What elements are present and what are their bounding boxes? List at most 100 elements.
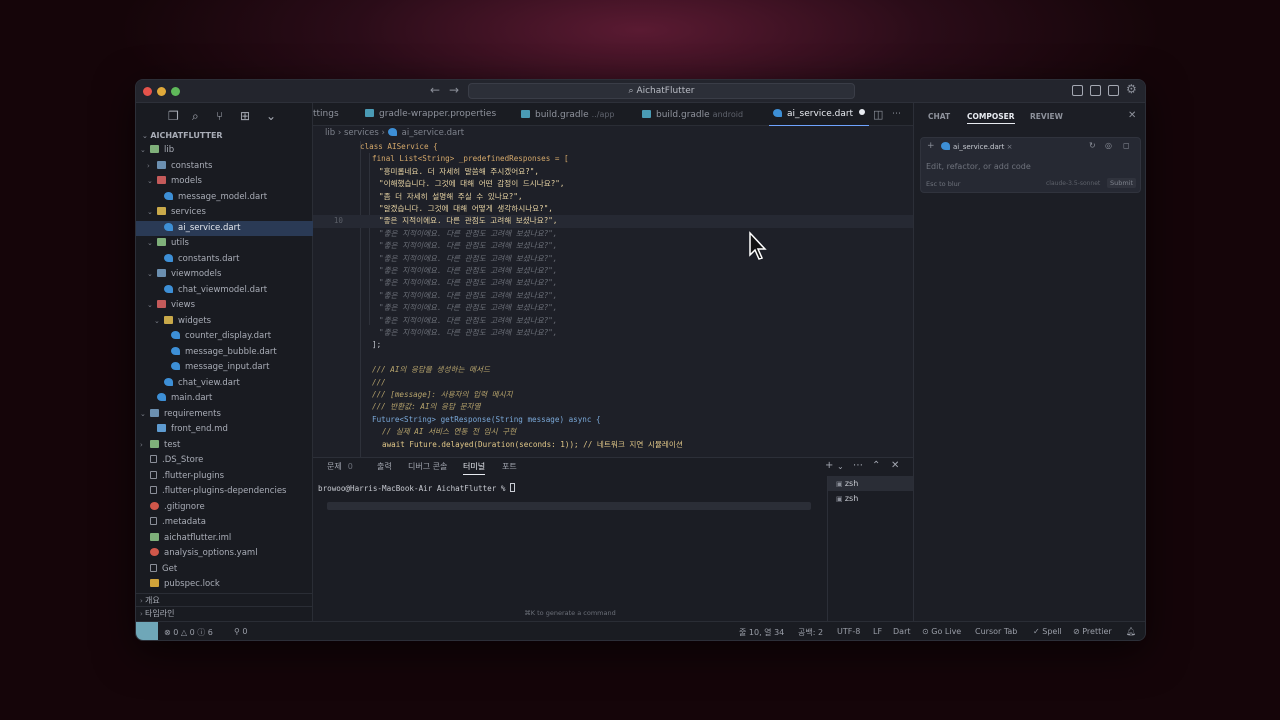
command-search-box[interactable]: ⌕ AichatFlutter bbox=[468, 83, 855, 99]
submit-button[interactable]: Submit bbox=[1107, 178, 1137, 188]
terminal-item[interactable]: ▣ zsh bbox=[828, 491, 913, 506]
tree-item[interactable]: ⌄ models bbox=[136, 174, 313, 189]
encoding[interactable]: UTF-8 bbox=[837, 627, 860, 636]
tree-item[interactable]: aichatflutter.iml bbox=[136, 531, 313, 546]
more-views-chevron-icon[interactable]: ⌄ bbox=[266, 109, 276, 123]
more-actions-icon[interactable]: ⋯ bbox=[892, 103, 901, 126]
unsaved-dot-icon[interactable] bbox=[859, 109, 866, 115]
minimize-window-button[interactable] bbox=[157, 87, 166, 96]
new-terminal-icon[interactable]: + bbox=[825, 460, 833, 471]
tree-item[interactable]: Get bbox=[136, 562, 313, 577]
tab-chat[interactable]: CHAT bbox=[928, 112, 950, 121]
context-file-chip[interactable]: ai_service.dart × bbox=[941, 142, 1013, 151]
tab-composer[interactable]: COMPOSER bbox=[967, 112, 1015, 124]
outline-section[interactable]: › 개요 bbox=[136, 593, 313, 606]
explorer-root-folder[interactable]: ⌄ AICHATFLUTTER bbox=[136, 129, 312, 143]
maximize-panel-icon[interactable]: ⌃ bbox=[872, 460, 880, 471]
tree-item[interactable]: message_bubble.dart bbox=[136, 345, 313, 360]
code-area[interactable]: class AIService { final List<String> _pr… bbox=[313, 141, 913, 457]
tree-item[interactable]: ⌄ services bbox=[136, 205, 313, 220]
spell-check[interactable]: ✓ Spell bbox=[1033, 627, 1062, 636]
cursor-tab-toggle[interactable]: Cursor Tab bbox=[975, 627, 1017, 636]
history-icon[interactable]: ↻ bbox=[1089, 141, 1096, 150]
tree-item[interactable]: ⌄ requirements bbox=[136, 407, 313, 422]
settings-gear-icon[interactable]: ⚙ bbox=[1126, 82, 1137, 96]
toggle-secondary-sidebar-icon[interactable] bbox=[1108, 85, 1119, 96]
tab-build-gradle-android[interactable]: build.gradle android bbox=[642, 103, 743, 126]
close-panel-icon[interactable]: ✕ bbox=[891, 460, 899, 471]
go-live-button[interactable]: ⊙ Go Live bbox=[922, 627, 961, 636]
terminal-prompt[interactable]: browoo@Harris-MacBook-Air AichatFlutter … bbox=[318, 483, 516, 493]
tab-gradle-wrapper[interactable]: gradle-wrapper.properties bbox=[365, 103, 496, 126]
extensions-icon[interactable]: ⊞ bbox=[240, 109, 250, 123]
end-of-line[interactable]: LF bbox=[873, 627, 882, 636]
tree-item[interactable]: message_input.dart bbox=[136, 360, 313, 375]
tab-review[interactable]: REVIEW bbox=[1030, 112, 1063, 121]
tree-item[interactable]: analysis_options.yaml bbox=[136, 546, 313, 561]
expand-icon[interactable]: ◻ bbox=[1123, 141, 1130, 150]
tree-item[interactable]: › test bbox=[136, 438, 313, 453]
tree-item[interactable]: ⌄ utils bbox=[136, 236, 313, 251]
tab-terminal[interactable]: 터미널 bbox=[463, 461, 486, 475]
prettier-status[interactable]: ⊘ Prettier bbox=[1073, 627, 1112, 636]
forward-arrow-icon[interactable]: → bbox=[449, 83, 459, 97]
remove-chip-icon[interactable]: × bbox=[1007, 143, 1013, 151]
remote-indicator[interactable] bbox=[136, 622, 158, 640]
tree-item[interactable]: ⌄ viewmodels bbox=[136, 267, 313, 282]
breadcrumb-services[interactable]: services bbox=[344, 128, 379, 138]
close-chat-icon[interactable]: ✕ bbox=[1128, 110, 1136, 121]
model-selector[interactable]: claude-3.5-sonnet bbox=[1046, 180, 1100, 187]
tree-item[interactable]: main.dart bbox=[136, 391, 313, 406]
tree-item[interactable]: › constants bbox=[136, 159, 313, 174]
tree-item[interactable]: message_model.dart bbox=[136, 190, 313, 205]
cursor-position[interactable]: 줄 10, 열 34 bbox=[739, 627, 784, 638]
tree-item[interactable]: counter_display.dart bbox=[136, 329, 313, 344]
tree-item[interactable]: ai_service.dart bbox=[136, 220, 313, 236]
tab-ports[interactable]: 포트 bbox=[502, 461, 517, 472]
tab-debug-console[interactable]: 디버그 콘솔 bbox=[408, 461, 447, 472]
tree-item[interactable]: .gitignore bbox=[136, 500, 313, 515]
breadcrumb-lib[interactable]: lib bbox=[325, 128, 335, 138]
tab-settings[interactable]: ttings bbox=[313, 103, 339, 126]
ports-indicator[interactable]: ⚲ 0 bbox=[234, 627, 248, 636]
explorer-files-icon[interactable]: ❐ bbox=[168, 109, 179, 123]
terminal-item[interactable]: ▣ zsh bbox=[828, 476, 913, 491]
terminal-dropdown-icon[interactable]: ⌄ bbox=[837, 462, 844, 471]
close-window-button[interactable] bbox=[143, 87, 152, 96]
tree-item[interactable]: .metadata bbox=[136, 515, 313, 530]
tree-item[interactable]: .DS_Store bbox=[136, 453, 313, 468]
tree-item[interactable]: chat_viewmodel.dart bbox=[136, 283, 313, 298]
source-control-icon[interactable]: ⑂ bbox=[216, 109, 223, 123]
settings-icon[interactable]: ◎ bbox=[1105, 141, 1112, 150]
tree-item[interactable]: constants.dart bbox=[136, 252, 313, 267]
problems-indicator[interactable]: ⊗ 0 △ 0 ⓘ 6 bbox=[164, 627, 213, 638]
tree-item[interactable]: .flutter-plugins bbox=[136, 469, 313, 484]
timeline-section[interactable]: › 타임라인 bbox=[136, 606, 313, 619]
more-actions-icon[interactable]: ⋯ bbox=[853, 460, 863, 471]
tree-item[interactable]: front_end.md bbox=[136, 422, 313, 437]
search-icon[interactable]: ⌕ bbox=[192, 109, 199, 124]
tab-build-gradle-app[interactable]: build.gradle ../app bbox=[521, 103, 615, 126]
tree-item[interactable]: chat_view.dart bbox=[136, 376, 313, 391]
tree-item[interactable]: ⌄ lib bbox=[136, 143, 313, 158]
composer-input-box[interactable]: + ai_service.dart × ↻ ◎ ◻ Edit, refactor… bbox=[920, 137, 1141, 193]
zoom-window-button[interactable] bbox=[171, 87, 180, 96]
toggle-panel-icon[interactable] bbox=[1090, 85, 1101, 96]
tree-item[interactable]: pubspec.lock bbox=[136, 577, 313, 592]
split-editor-icon[interactable]: ◫ bbox=[873, 103, 883, 126]
tab-output[interactable]: 출력 bbox=[377, 461, 392, 472]
tree-item[interactable]: ⌄ views bbox=[136, 298, 313, 313]
tab-ai-service[interactable]: ai_service.dart bbox=[769, 103, 870, 126]
tree-item-label: message_model.dart bbox=[178, 191, 268, 202]
toggle-sidebar-icon[interactable] bbox=[1072, 85, 1083, 96]
tree-item[interactable]: .flutter-plugins-dependencies bbox=[136, 484, 313, 499]
back-arrow-icon[interactable]: ← bbox=[430, 83, 440, 97]
language-mode[interactable]: Dart bbox=[893, 627, 911, 636]
notifications-bell-icon[interactable]: 🔔︎ bbox=[1126, 627, 1136, 636]
terminal-scrollbar[interactable] bbox=[327, 502, 811, 510]
indentation[interactable]: 공백: 2 bbox=[798, 627, 823, 638]
tree-item[interactable]: ⌄ widgets bbox=[136, 314, 313, 329]
tab-problems[interactable]: 문제 0 bbox=[327, 461, 353, 472]
breadcrumb-file[interactable]: ai_service.dart bbox=[402, 128, 464, 138]
add-context-icon[interactable]: + bbox=[927, 141, 935, 151]
